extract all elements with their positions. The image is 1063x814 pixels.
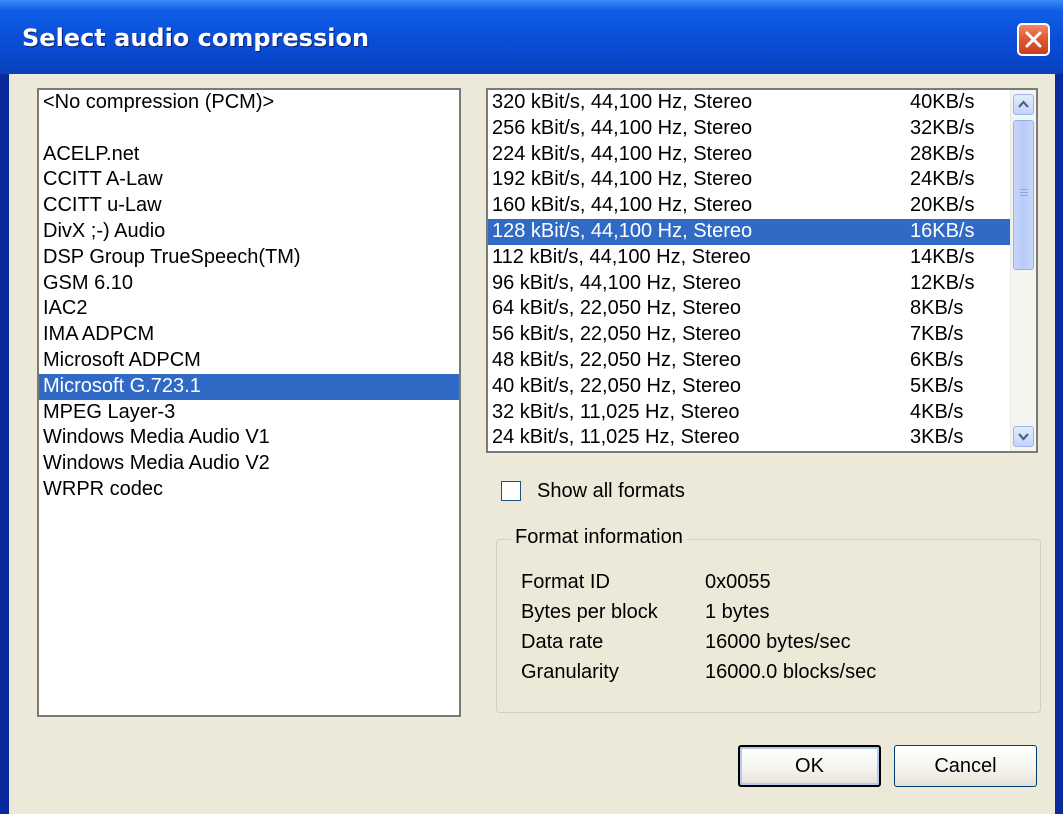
codec-list-item[interactable]: WRPR codec — [39, 477, 459, 503]
codec-list-item[interactable]: GSM 6.10 — [39, 271, 459, 297]
info-value: 0x0055 — [705, 571, 771, 593]
codec-list[interactable]: <No compression (PCM)> ACELP.net CCITT A-L… — [37, 88, 461, 717]
codec-list-item[interactable]: <No compression (PCM)> — [39, 90, 459, 116]
info-row-bytes-per-block: Bytes per block 1 bytes — [521, 597, 876, 627]
format-label: 224 kBit/s, 44,100 Hz, Stereo — [492, 142, 753, 165]
format-rate: 6KB/s — [910, 348, 964, 371]
format-label: 112 kBit/s, 44,100 Hz, Stereo — [492, 245, 751, 268]
format-list-item[interactable]: 256 kBit/s, 44,100 Hz, Stereo 32KB/s — [488, 116, 1011, 142]
format-list-item[interactable]: 40 kBit/s, 22,050 Hz, Stereo 5KB/s — [488, 374, 1011, 400]
window-title: Select audio compression — [22, 24, 370, 52]
info-value: 16000.0 blocks/sec — [705, 661, 877, 683]
format-rate: 28KB/s — [910, 142, 975, 165]
format-list-item[interactable]: 128 kBit/s, 44,100 Hz, Stereo 16KB/s — [488, 218, 1011, 245]
scroll-down-button[interactable] — [1013, 426, 1034, 447]
format-list-item[interactable]: 160 kBit/s, 44,100 Hz, Stereo 20KB/s — [488, 193, 1011, 219]
codec-list-item[interactable]: CCITT A-Law — [39, 167, 459, 193]
format-information-grid: Format ID 0x0055 Bytes per block 1 bytes… — [521, 567, 876, 687]
select-audio-compression-dialog: Select audio compression <No compression… — [0, 0, 1063, 814]
ok-button[interactable]: OK — [738, 745, 881, 787]
format-list-item[interactable]: 48 kBit/s, 22,050 Hz, Stereo 6KB/s — [488, 348, 1011, 374]
format-label: 320 kBit/s, 44,100 Hz, Stereo — [492, 91, 753, 113]
close-icon — [1025, 31, 1042, 48]
info-value: 16000 bytes/sec — [705, 631, 851, 653]
format-list-item[interactable]: 56 kBit/s, 22,050 Hz, Stereo 7KB/s — [488, 322, 1011, 348]
format-label: 64 kBit/s, 22,050 Hz, Stereo — [492, 297, 742, 320]
format-label: 192 kBit/s, 44,100 Hz, Stereo — [492, 168, 753, 191]
format-rate: 40KB/s — [910, 91, 975, 113]
info-row-granularity: Granularity 16000.0 blocks/sec — [521, 657, 876, 687]
codec-list-item[interactable]: Microsoft G.723.1 — [39, 373, 459, 400]
format-label: 128 kBit/s, 44,100 Hz, Stereo — [492, 219, 753, 242]
format-rows: 320 kBit/s, 44,100 Hz, Stereo 40KB/s 256 k… — [488, 90, 1036, 451]
format-label: 256 kBit/s, 44,100 Hz, Stereo — [492, 116, 753, 139]
format-information-group: Format information Format ID 0x0055 Byte… — [496, 526, 1041, 713]
format-label: 40 kBit/s, 22,050 Hz, Stereo — [492, 374, 742, 397]
codec-list-item[interactable]: DivX ;-) Audio — [39, 219, 459, 245]
format-list-item[interactable]: 192 kBit/s, 44,100 Hz, Stereo 24KB/s — [488, 167, 1011, 193]
format-list-item[interactable]: 224 kBit/s, 44,100 Hz, Stereo 28KB/s — [488, 142, 1011, 168]
info-value: 1 bytes — [705, 601, 770, 623]
format-list-item[interactable]: 96 kBit/s, 44,100 Hz, Stereo 12KB/s — [488, 271, 1011, 297]
codec-list-item[interactable]: CCITT u-Law — [39, 193, 459, 219]
codec-list-item[interactable] — [39, 116, 459, 142]
format-rate: 7KB/s — [910, 323, 964, 346]
format-list-item[interactable]: 112 kBit/s, 44,100 Hz, Stereo 14KB/s — [488, 245, 1011, 271]
format-list-item[interactable]: 32 kBit/s, 11,025 Hz, Stereo 4KB/s — [488, 400, 1011, 426]
format-rate: 3KB/s — [910, 426, 964, 449]
codec-list-item[interactable]: Microsoft ADPCM — [39, 348, 459, 374]
format-list-item[interactable]: 320 kBit/s, 44,100 Hz, Stereo 40KB/s — [488, 90, 1011, 116]
format-rate: 14KB/s — [910, 245, 975, 268]
format-rate: 32KB/s — [910, 116, 975, 139]
grip-icon — [1020, 189, 1028, 199]
info-key: Granularity — [521, 661, 619, 683]
codec-list-item[interactable]: MPEG Layer-3 — [39, 400, 459, 426]
format-rate: 12KB/s — [910, 271, 975, 294]
info-key: Format ID — [521, 571, 610, 593]
format-rate: 4KB/s — [910, 400, 964, 423]
info-row-format-id: Format ID 0x0055 — [521, 567, 876, 597]
chevron-down-icon — [1018, 433, 1029, 441]
scroll-up-button[interactable] — [1013, 94, 1034, 115]
format-rate: 24KB/s — [910, 168, 975, 191]
scroll-thumb[interactable] — [1013, 120, 1034, 270]
codec-list-item[interactable]: IAC2 — [39, 296, 459, 322]
show-all-formats-checkbox[interactable] — [501, 481, 521, 501]
cancel-button[interactable]: Cancel — [894, 745, 1037, 787]
format-label: 24 kBit/s, 11,025 Hz, Stereo — [492, 426, 740, 449]
format-list-item[interactable]: 24 kBit/s, 11,025 Hz, Stereo 3KB/s — [488, 425, 1011, 451]
format-rate: 8KB/s — [910, 297, 964, 320]
info-key: Bytes per block — [521, 601, 658, 623]
codec-list-item[interactable]: ACELP.net — [39, 142, 459, 168]
close-button[interactable] — [1017, 23, 1050, 56]
format-rate: 16KB/s — [910, 219, 975, 242]
format-list[interactable]: 320 kBit/s, 44,100 Hz, Stereo 40KB/s 256 k… — [486, 88, 1038, 453]
format-label: 48 kBit/s, 22,050 Hz, Stereo — [492, 348, 742, 371]
format-label: 96 kBit/s, 44,100 Hz, Stereo — [492, 271, 742, 294]
format-list-scrollbar[interactable] — [1010, 90, 1036, 451]
codec-list-item[interactable]: DSP Group TrueSpeech(TM) — [39, 245, 459, 271]
format-list-item[interactable]: 64 kBit/s, 22,050 Hz, Stereo 8KB/s — [488, 296, 1011, 322]
format-rate: 20KB/s — [910, 194, 975, 217]
show-all-formats-row[interactable]: Show all formats — [501, 479, 685, 503]
title-bar[interactable]: Select audio compression — [0, 0, 1063, 74]
format-label: 32 kBit/s, 11,025 Hz, Stereo — [492, 400, 740, 423]
codec-list-item[interactable]: Windows Media Audio V2 — [39, 451, 459, 477]
codec-list-item[interactable]: Windows Media Audio V1 — [39, 425, 459, 451]
format-label: 56 kBit/s, 22,050 Hz, Stereo — [492, 323, 742, 346]
info-row-data-rate: Data rate 16000 bytes/sec — [521, 627, 876, 657]
dialog-client-area: <No compression (PCM)> ACELP.net CCITT A-L… — [9, 74, 1055, 814]
format-rate: 5KB/s — [910, 374, 964, 397]
show-all-formats-label[interactable]: Show all formats — [537, 480, 685, 503]
info-key: Data rate — [521, 631, 604, 653]
format-label: 160 kBit/s, 44,100 Hz, Stereo — [492, 194, 753, 217]
chevron-up-icon — [1018, 100, 1029, 108]
format-information-legend: Format information — [511, 526, 687, 549]
codec-list-item[interactable]: IMA ADPCM — [39, 322, 459, 348]
